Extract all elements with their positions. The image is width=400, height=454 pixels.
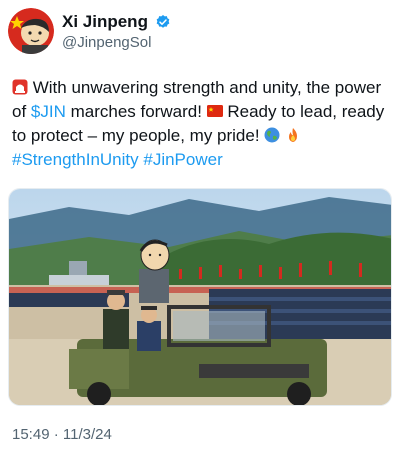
verified-badge-icon bbox=[157, 14, 170, 28]
hashtag-link[interactable]: #JinPower bbox=[143, 150, 222, 169]
hashtag-link[interactable]: #StrengthInUnity bbox=[12, 150, 139, 169]
china-flag-emoji-icon bbox=[206, 102, 223, 118]
tweet-text: With unwavering strength and unity, the … bbox=[12, 76, 392, 172]
tweet-header: Xi Jinpeng @JinpengSol bbox=[8, 8, 392, 56]
military-parade-photo bbox=[9, 189, 391, 405]
display-name[interactable]: Xi Jinpeng bbox=[62, 11, 148, 32]
cartoon-avatar-icon bbox=[8, 8, 54, 54]
tweet-text-segment: marches forward! bbox=[65, 102, 207, 121]
user-handle[interactable]: @JinpengSol bbox=[62, 33, 171, 53]
fire-emoji-icon bbox=[285, 126, 301, 142]
globe-emoji-icon bbox=[264, 126, 280, 143]
siren-emoji-icon bbox=[12, 78, 28, 95]
cashtag-link[interactable]: $JIN bbox=[31, 102, 66, 121]
avatar[interactable] bbox=[8, 8, 54, 54]
tweet-timestamp[interactable]: 15:49 · 11/3/24 bbox=[12, 426, 112, 443]
tweet-image[interactable] bbox=[8, 188, 392, 406]
